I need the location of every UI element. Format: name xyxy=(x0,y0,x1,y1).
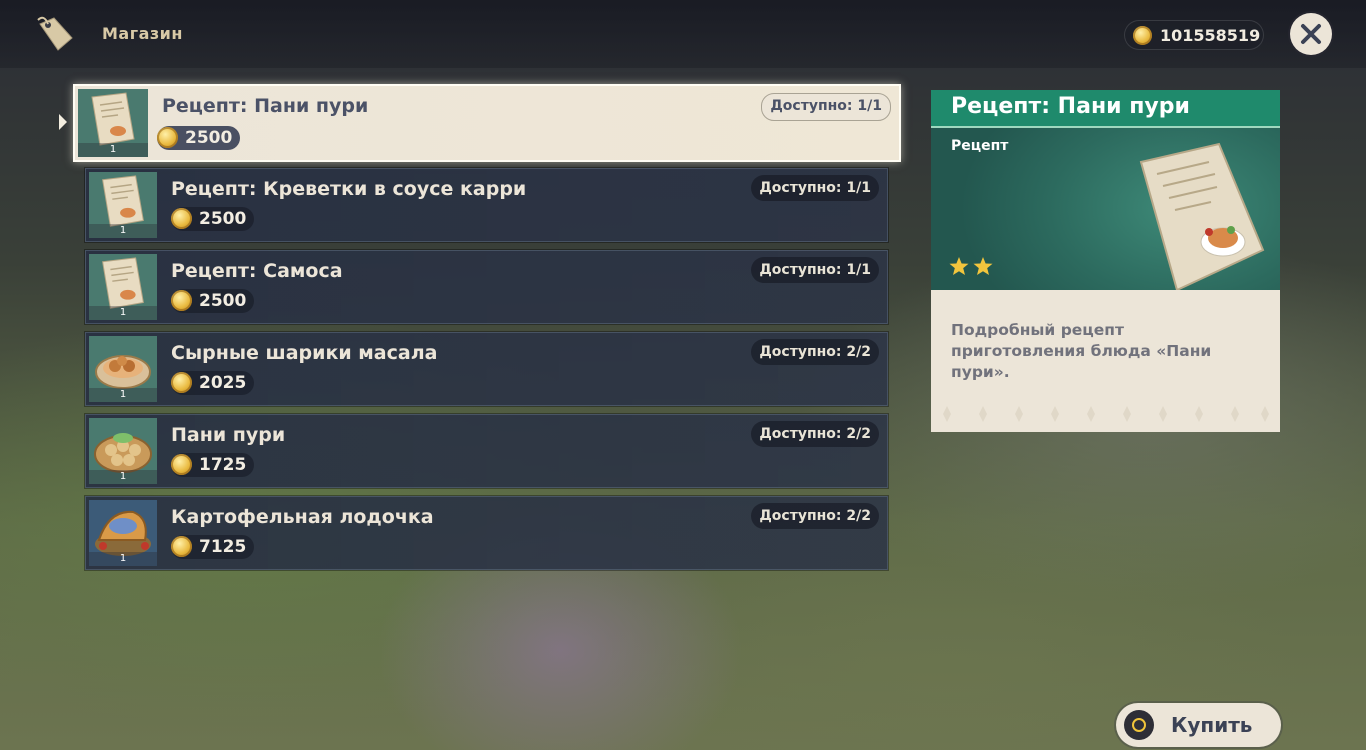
page-title: Магазин xyxy=(102,24,183,43)
mora-coin-icon xyxy=(171,372,192,393)
close-icon xyxy=(1301,24,1321,44)
recipe-scroll-icon xyxy=(1139,142,1265,290)
detail-body: Подробный рецепт приготовления блюда «Па… xyxy=(931,290,1280,432)
item-thumbnail: 1 xyxy=(89,336,157,402)
item-quantity: 1 xyxy=(78,143,148,157)
mora-coin-icon xyxy=(171,208,192,229)
detail-item-type: Рецепт xyxy=(951,138,1009,154)
item-name: Картофельная лодочка xyxy=(171,506,434,528)
detail-description: Подробный рецепт приготовления блюда «Па… xyxy=(951,321,1212,381)
star-icon xyxy=(973,257,993,275)
item-price: 2500 xyxy=(171,289,255,313)
availability-badge: Доступно: 2/2 xyxy=(751,503,879,529)
top-bar: Магазин 101558519 xyxy=(0,0,1366,68)
selection-pointer-icon xyxy=(59,114,67,130)
shop-item[interactable]: 1 Рецепт: Пани пури 2500 Доступно: 1/1 xyxy=(73,84,901,162)
detail-header: Рецепт: Пани пури xyxy=(931,90,1280,128)
item-quantity: 1 xyxy=(89,224,157,238)
buy-button[interactable]: Купить xyxy=(1116,703,1281,747)
mora-coin-icon xyxy=(157,127,178,148)
item-quantity: 1 xyxy=(89,552,157,566)
item-name: Рецепт: Креветки в соусе карри xyxy=(171,178,527,200)
item-thumbnail: 1 xyxy=(89,172,157,238)
availability-badge: Доступно: 2/2 xyxy=(751,421,879,447)
availability-badge: Доступно: 1/1 xyxy=(751,257,879,283)
item-detail-panel: Рецепт: Пани пури Рецепт Подробный рецеп… xyxy=(931,90,1280,432)
item-price: 1725 xyxy=(171,453,255,477)
item-thumbnail: 1 xyxy=(78,89,148,157)
shop-item[interactable]: 1 Сырные шарики масала 2025 Доступно: 2/… xyxy=(85,332,888,406)
item-price: 7125 xyxy=(171,535,255,559)
item-thumbnail: 1 xyxy=(89,254,157,320)
shop-item[interactable]: 1 Картофельная лодочка 7125 Доступно: 2/… xyxy=(85,496,888,570)
shop-item[interactable]: 1 Рецепт: Креветки в соусе карри 2500 До… xyxy=(85,168,888,242)
buy-button-label: Купить xyxy=(1171,713,1253,737)
detail-banner: Рецепт xyxy=(931,128,1280,290)
availability-badge: Доступно: 1/1 xyxy=(751,175,879,201)
item-price: 2025 xyxy=(171,371,255,395)
availability-badge: Доступно: 2/2 xyxy=(751,339,879,365)
item-name: Рецепт: Самоса xyxy=(171,260,343,282)
currency-display: 101558519 xyxy=(1124,20,1264,50)
item-price: 2500 xyxy=(157,126,241,150)
item-thumbnail: 1 xyxy=(89,418,157,484)
shop-tag-icon xyxy=(37,16,73,51)
mora-coin-icon xyxy=(1133,26,1152,45)
mora-coin-icon xyxy=(171,290,192,311)
item-quantity: 1 xyxy=(89,306,157,320)
item-quantity: 1 xyxy=(89,470,157,484)
currency-value: 101558519 xyxy=(1160,26,1261,45)
decorative-pattern xyxy=(943,406,1269,422)
item-name: Сырные шарики масала xyxy=(171,342,438,364)
shop-item[interactable]: 1 Пани пури 1725 Доступно: 2/2 xyxy=(85,414,888,488)
mora-coin-icon xyxy=(171,536,192,557)
item-quantity: 1 xyxy=(89,388,157,402)
item-name: Рецепт: Пани пури xyxy=(162,95,369,117)
availability-badge: Доступно: 1/1 xyxy=(761,93,891,121)
item-price: 2500 xyxy=(171,207,255,231)
close-button[interactable] xyxy=(1290,13,1332,55)
shop-item[interactable]: 1 Рецепт: Самоса 2500 Доступно: 1/1 xyxy=(85,250,888,324)
rarity-stars xyxy=(949,257,993,275)
item-name: Пани пури xyxy=(171,424,286,446)
mora-coin-icon xyxy=(171,454,192,475)
item-thumbnail: 1 xyxy=(89,500,157,566)
confirm-icon xyxy=(1124,710,1154,740)
star-icon xyxy=(949,257,969,275)
detail-title: Рецепт: Пани пури xyxy=(951,94,1190,119)
